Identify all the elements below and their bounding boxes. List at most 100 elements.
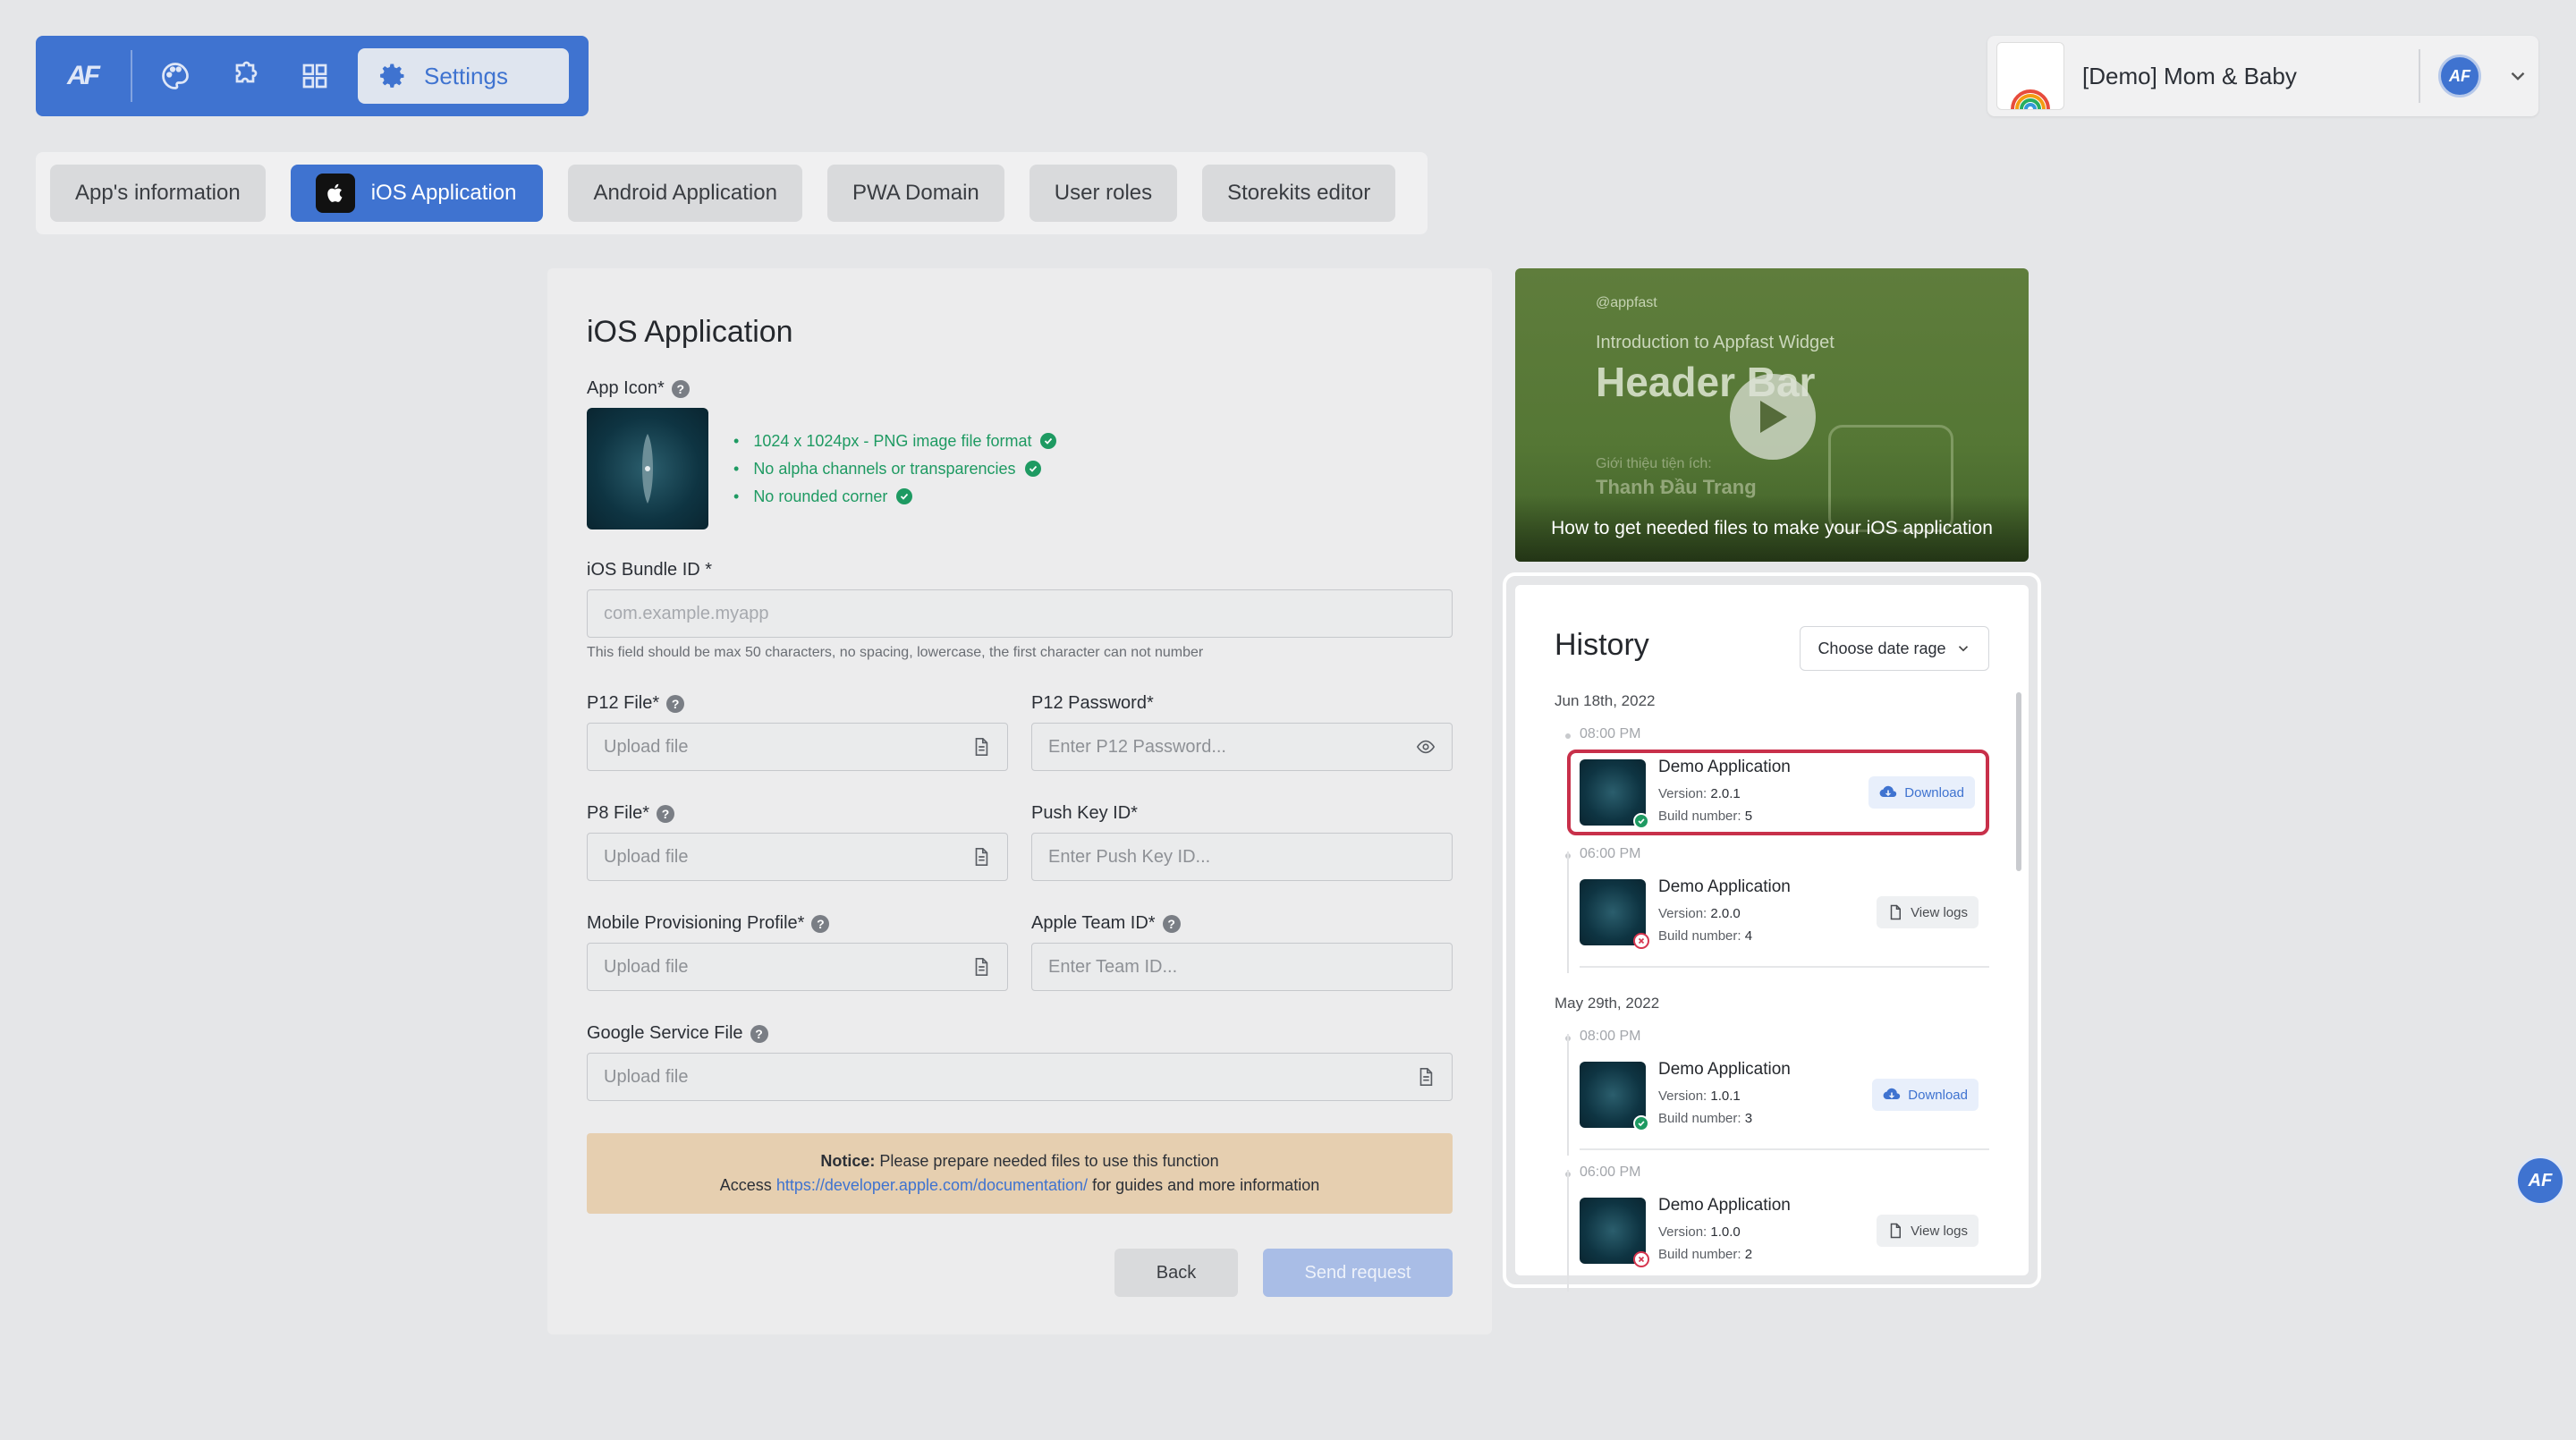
palette-icon[interactable]: [148, 49, 202, 103]
tab-label: Android Application: [593, 181, 777, 205]
build-thumbnail: [1580, 759, 1649, 829]
history-entry[interactable]: Demo Application Version: 1.0.1 Build nu…: [1555, 1034, 1989, 1156]
history-scrollbar[interactable]: [2016, 692, 2021, 871]
history-time: 08:00 PM: [1565, 1029, 1989, 1045]
history-title: History: [1555, 628, 1649, 662]
tab-user-roles[interactable]: User roles: [1029, 165, 1178, 222]
mobile-provisioning-upload[interactable]: Upload file: [587, 943, 1008, 991]
push-key-field: Push Key ID* Enter Push Key ID...: [1031, 803, 1453, 881]
label-text: Mobile Provisioning Profile*: [587, 913, 805, 933]
tutorial-video[interactable]: @appfast Introduction to Appfast Widget …: [1515, 268, 2029, 562]
app-icon-upload[interactable]: [587, 408, 708, 529]
send-request-button[interactable]: Send request: [1263, 1249, 1453, 1297]
grid-icon[interactable]: [288, 49, 342, 103]
studio-logo[interactable]: AF: [50, 49, 114, 103]
avatar[interactable]: AF: [2438, 55, 2481, 97]
requirement-item: 1024 x 1024px - PNG image file format: [733, 431, 1057, 451]
history-time: 06:00 PM: [1565, 1165, 1989, 1181]
label-text: Google Service File: [587, 1023, 743, 1043]
history-panel: History Choose date rage Jun 18th, 2022 …: [1515, 585, 2029, 1292]
tab-pwa-domain[interactable]: PWA Domain: [826, 165, 1004, 222]
bundle-id-placeholder: com.example.myapp: [604, 603, 769, 623]
history-divider: [1580, 966, 1989, 968]
notice-text: Please prepare needed files to use this …: [879, 1152, 1219, 1170]
history-entry[interactable]: Demo Application Version: 2.0.0 Build nu…: [1555, 851, 1989, 973]
apple-team-field: Apple Team ID*? Enter Team ID...: [1031, 913, 1453, 991]
tab-android-application[interactable]: Android Application: [568, 165, 802, 222]
tab-storekits-editor[interactable]: Storekits editor: [1202, 165, 1396, 222]
bundle-id-input[interactable]: com.example.myapp: [587, 589, 1453, 638]
app-thumbnail: [1996, 42, 2064, 110]
date-range-dropdown[interactable]: Choose date rage: [1800, 626, 1989, 671]
video-caption: How to get needed files to make your iOS…: [1515, 496, 2029, 562]
build-info: Demo Application Version: 1.0.0 Build nu…: [1658, 1196, 1877, 1266]
help-icon[interactable]: ?: [750, 1024, 768, 1043]
check-icon: [896, 488, 913, 504]
top-toolbar: AF Settings: [36, 36, 589, 116]
build-number: Build number: 4: [1658, 925, 1877, 947]
p8-file-upload[interactable]: Upload file: [587, 833, 1008, 881]
tab-apps-information[interactable]: App's information: [50, 165, 266, 222]
upload-placeholder: Upload file: [604, 1066, 689, 1087]
notice-bold: Notice:: [820, 1152, 876, 1170]
apple-team-input[interactable]: Enter Team ID...: [1031, 943, 1453, 991]
apple-team-label: Apple Team ID*?: [1031, 913, 1453, 934]
help-icon[interactable]: ?: [666, 694, 685, 713]
requirement-text: No rounded corner: [753, 487, 888, 505]
build-version: Version: 2.0.1: [1658, 783, 1868, 805]
download-button[interactable]: Download: [1868, 776, 1975, 809]
settings-button[interactable]: Settings: [358, 48, 569, 104]
build-label: Build number:: [1658, 928, 1741, 944]
chat-support-button[interactable]: AF: [2515, 1156, 2565, 1206]
tab-label: User roles: [1054, 181, 1153, 205]
chevron-down-icon: [1958, 646, 1968, 652]
history-list: Jun 18th, 2022 08:00 PM Demo Application…: [1555, 692, 1989, 1292]
push-key-placeholder: Enter Push Key ID...: [1048, 846, 1211, 867]
file-icon: [1890, 904, 1902, 920]
help-icon[interactable]: ?: [671, 379, 690, 398]
push-key-input[interactable]: Enter Push Key ID...: [1031, 833, 1453, 881]
notice-line-1: Notice: Please prepare needed files to u…: [820, 1152, 1218, 1171]
history-entry[interactable]: Demo Application Version: 1.0.0 Build nu…: [1555, 1170, 1989, 1292]
google-service-upload[interactable]: Upload file: [587, 1053, 1453, 1101]
success-icon: [1633, 813, 1649, 829]
requirement-text: 1024 x 1024px - PNG image file format: [753, 431, 1032, 450]
build-number: Build number: 5: [1658, 805, 1868, 827]
history-date: May 29th, 2022: [1555, 995, 1660, 1012]
label-text: Apple Team ID*: [1031, 913, 1156, 933]
help-icon[interactable]: ?: [657, 804, 675, 823]
view-logs-button[interactable]: View logs: [1877, 896, 1979, 928]
history-entry-selected[interactable]: Demo Application Version: 2.0.1 Build nu…: [1567, 750, 1989, 835]
p12-password-input[interactable]: Enter P12 Password...: [1031, 723, 1453, 771]
eye-icon[interactable]: [1416, 736, 1436, 758]
date-range-label: Choose date rage: [1818, 639, 1946, 657]
file-icon: [975, 848, 988, 866]
boat-icon: [642, 434, 653, 504]
error-icon: [1633, 933, 1649, 949]
back-button[interactable]: Back: [1114, 1249, 1238, 1297]
play-icon[interactable]: [1730, 374, 1816, 460]
download-label: Download: [1908, 1087, 1968, 1103]
tab-ios-application[interactable]: iOS Application: [290, 165, 544, 222]
build-value: 4: [1744, 928, 1753, 944]
view-logs-button[interactable]: View logs: [1877, 1215, 1979, 1247]
apple-docs-link[interactable]: https://developer.apple.com/documentatio…: [776, 1176, 1088, 1194]
app-switcher[interactable]: [Demo] Mom & Baby AF: [1987, 36, 2538, 116]
puzzle-icon[interactable]: [218, 49, 272, 103]
requirement-item: No rounded corner: [733, 487, 1056, 506]
p12-file-upload[interactable]: Upload file: [587, 723, 1008, 771]
download-button[interactable]: Download: [1872, 1079, 1979, 1111]
push-key-label: Push Key ID*: [1031, 803, 1138, 823]
help-icon[interactable]: ?: [811, 914, 830, 933]
build-version: Version: 1.0.1: [1658, 1085, 1872, 1107]
p12-password-label: P12 Password*: [1031, 693, 1154, 713]
notice-box: Notice: Please prepare needed files to u…: [587, 1133, 1453, 1214]
help-icon[interactable]: ?: [1162, 914, 1181, 933]
chevron-down-icon[interactable]: [2506, 64, 2529, 88]
history-time: 08:00 PM: [1565, 726, 1989, 742]
build-label: Build number:: [1658, 1247, 1741, 1262]
tab-label: Storekits editor: [1227, 181, 1371, 205]
tab-label: PWA Domain: [852, 181, 979, 205]
tab-label: App's information: [75, 181, 241, 205]
build-name: Demo Application: [1658, 1060, 1791, 1079]
